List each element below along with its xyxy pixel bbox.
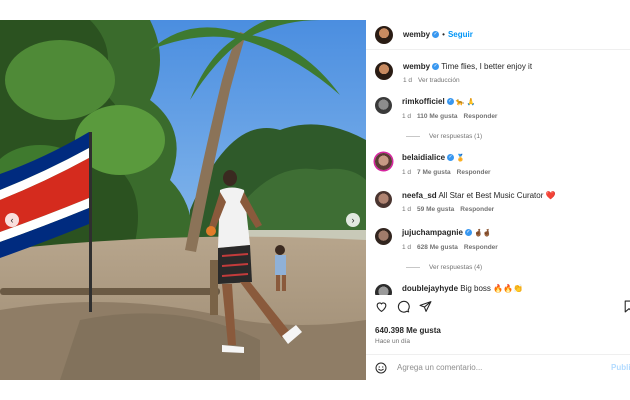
view-replies-label: Ver respuestas (4) bbox=[429, 264, 483, 271]
replies-divider bbox=[406, 136, 420, 137]
comment-likes[interactable]: 7 Me gusta bbox=[417, 169, 451, 176]
comment-text: 🏅 bbox=[456, 155, 466, 162]
comment-username[interactable]: doublejayhyde bbox=[402, 284, 458, 293]
comment-text: All Star et Best Music Curator ❤️ bbox=[438, 191, 556, 200]
author-username[interactable]: wemby bbox=[403, 30, 430, 39]
comment-text: 🤞🏾🤞🏾 bbox=[474, 230, 492, 237]
follow-button[interactable]: Seguir bbox=[448, 30, 473, 39]
comment-icon[interactable] bbox=[397, 300, 410, 313]
comment-avatar[interactable] bbox=[375, 153, 392, 170]
comment-composer: Publi bbox=[366, 354, 630, 380]
comment-time[interactable]: 1 d bbox=[402, 244, 411, 251]
caption-text: Time flies, I better enjoy it bbox=[441, 62, 533, 71]
post-date: Hace un día bbox=[375, 338, 411, 345]
post-header: wemby ✓ • Seguir bbox=[366, 20, 630, 50]
comment-username[interactable]: rimkofficiel bbox=[402, 97, 445, 106]
caption-username[interactable]: wemby bbox=[403, 62, 430, 71]
separator-dot: • bbox=[442, 30, 445, 39]
reply-button[interactable]: Responder bbox=[464, 113, 498, 120]
comment-time[interactable]: 1 d bbox=[402, 169, 411, 176]
view-replies-label: Ver respuestas (1) bbox=[429, 133, 483, 140]
caption: wemby ✓ Time flies, I better enjoy it 1 d… bbox=[375, 62, 532, 84]
comment-item: belaidialice ✓ 🏅 1 d 7 Me gusta Responder bbox=[375, 153, 491, 176]
reply-button[interactable]: Responder bbox=[457, 169, 491, 176]
comment-avatar[interactable] bbox=[375, 228, 392, 245]
translate-link[interactable]: Ver traducción bbox=[418, 77, 460, 84]
beach-scene-image bbox=[0, 20, 366, 380]
comment-username[interactable]: belaidialice bbox=[402, 153, 445, 162]
post-photo: ‹ › bbox=[0, 20, 366, 380]
comment-item: jujuchampagnie ✓ 🤞🏾🤞🏾 1 d 628 Me gusta Re… bbox=[375, 228, 498, 251]
view-replies-button[interactable]: Ver respuestas (1) bbox=[406, 133, 482, 140]
chevron-left-icon: ‹ bbox=[10, 215, 14, 225]
comment-likes[interactable]: 628 Me gusta bbox=[417, 244, 458, 251]
share-icon[interactable] bbox=[419, 300, 432, 313]
comment-username[interactable]: jujuchampagnie bbox=[402, 228, 463, 237]
emoji-icon[interactable] bbox=[375, 362, 387, 374]
comment-item: neefa_sd All Star et Best Music Curator … bbox=[375, 191, 556, 213]
comment-likes[interactable]: 110 Me gusta bbox=[417, 113, 457, 120]
comment-item: rimkofficiel ✓ 🐆 🙏 1 d 110 Me gusta Respo… bbox=[375, 97, 497, 120]
comment-text: 🐆 🙏 bbox=[455, 99, 476, 106]
comment-avatar[interactable] bbox=[375, 191, 392, 208]
carousel-next-button[interactable]: › bbox=[346, 213, 360, 227]
comments-list[interactable]: wemby ✓ Time flies, I better enjoy it 1 d… bbox=[366, 50, 630, 295]
comment-input[interactable] bbox=[397, 363, 587, 372]
comment-avatar[interactable] bbox=[375, 284, 392, 295]
comment-time[interactable]: 1 d bbox=[402, 206, 411, 213]
verified-badge-icon: ✓ bbox=[464, 229, 472, 237]
action-bar bbox=[375, 300, 630, 313]
replies-divider bbox=[406, 267, 420, 268]
comment-username[interactable]: neefa_sd bbox=[402, 191, 437, 200]
comment-likes[interactable]: 59 Me gusta bbox=[417, 206, 454, 213]
chevron-right-icon: › bbox=[351, 215, 355, 225]
reply-button[interactable]: Responder bbox=[464, 244, 498, 251]
verified-badge-icon: ✓ bbox=[446, 98, 454, 106]
verified-badge-icon: ✓ bbox=[432, 31, 440, 38]
publish-button[interactable]: Publi bbox=[611, 363, 630, 372]
heart-icon[interactable] bbox=[375, 300, 388, 313]
comment-avatar[interactable] bbox=[375, 97, 392, 114]
view-replies-button[interactable]: Ver respuestas (4) bbox=[406, 264, 482, 271]
reply-button[interactable]: Responder bbox=[460, 206, 494, 213]
comment-text: Big boss 🔥🔥👏 bbox=[460, 284, 524, 293]
carousel-prev-button[interactable]: ‹ bbox=[5, 213, 19, 227]
caption-avatar[interactable] bbox=[375, 62, 393, 80]
post-side-panel: wemby ✓ • Seguir wemby ✓ Time flies, I be… bbox=[366, 20, 630, 380]
bookmark-icon[interactable] bbox=[623, 300, 630, 313]
verified-badge-icon: ✓ bbox=[447, 154, 455, 162]
caption-time[interactable]: 1 d bbox=[403, 77, 412, 84]
author-avatar[interactable] bbox=[375, 25, 393, 44]
comment-time[interactable]: 1 d bbox=[402, 113, 411, 120]
verified-badge-icon: ✓ bbox=[432, 63, 440, 71]
likes-count[interactable]: 640.398 Me gusta bbox=[375, 326, 441, 335]
comment-item: doublejayhyde Big boss 🔥🔥👏 bbox=[375, 284, 523, 295]
